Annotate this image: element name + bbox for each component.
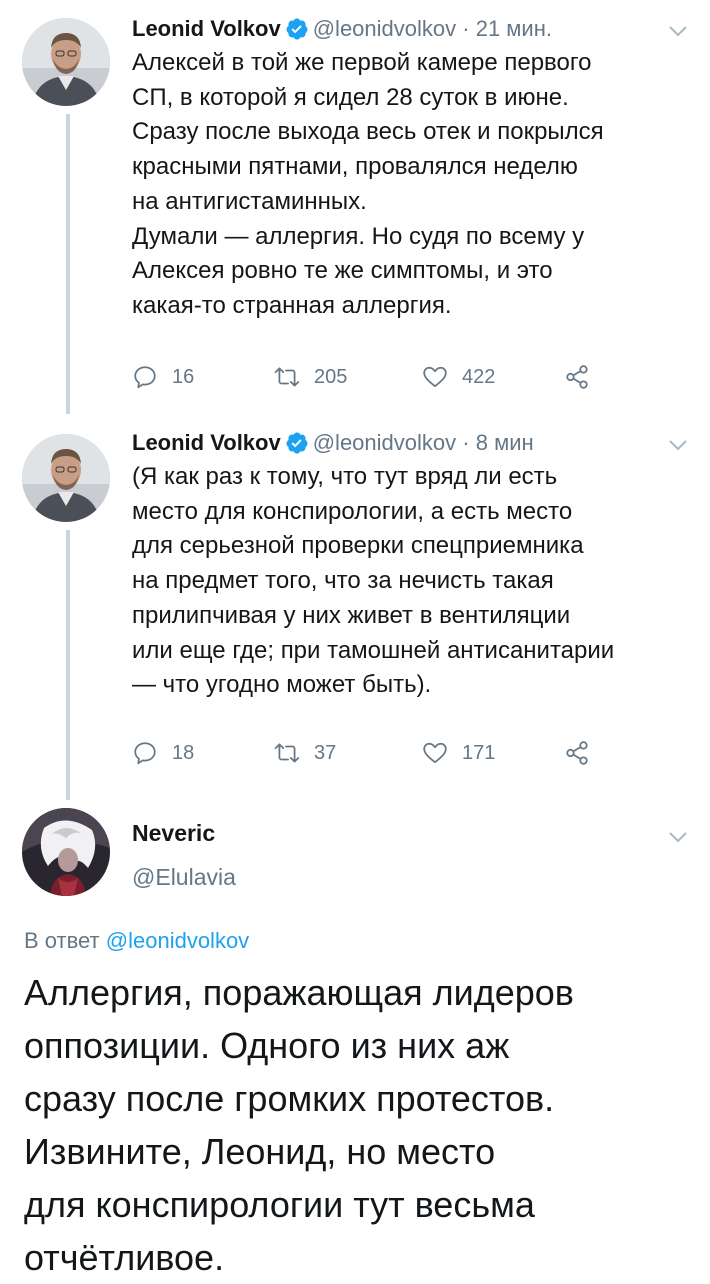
reply-count: 18 [172,742,195,764]
like-count: 171 [462,742,496,764]
tweet[interactable]: Leonid Volkov @leonidvolkov · 21 мин. Але… [0,12,710,404]
share-button[interactable] [564,362,604,392]
reply-icon [134,742,156,765]
tweet-text: (Я как раз к тому, что тут вряд ли есть … [132,463,615,699]
share-button[interactable] [564,738,604,768]
timestamp[interactable]: 8 мин [476,430,534,455]
like-button[interactable]: 422 [422,362,495,392]
heart-icon [423,366,447,388]
reply-prefix: В ответ [24,928,100,953]
share-icon [566,741,588,765]
author-handle[interactable]: @leonidvolkov [313,430,456,455]
reply-context: В ответ @leonidvolkov [24,928,249,954]
tweet-text: Аллергия, поражающая лидеров оппозиции. … [24,972,574,1278]
verified-badge-icon [286,432,308,454]
avatar[interactable] [22,434,110,522]
tweet-actions: 16 205 422 [132,362,602,392]
tweet-text: Алексей в той же первой камере первого С… [132,49,604,319]
tweet-header: Leonid Volkov @leonidvolkov · 21 мин. [132,12,552,46]
verified-badge-icon [286,18,308,40]
author-name[interactable]: Leonid Volkov [132,16,281,41]
reply-button[interactable]: 16 [132,362,194,392]
reply-handle-link[interactable]: @leonidvolkov [106,928,249,953]
author-name[interactable]: Leonid Volkov [132,430,281,455]
chevron-down-icon[interactable] [668,24,688,38]
retweet-icon [274,743,300,763]
tweet-actions: 18 37 171 [132,738,602,768]
timestamp[interactable]: 21 мин. [476,16,552,41]
retweet-icon [274,367,300,387]
heart-icon [423,742,447,764]
retweet-button[interactable]: 205 [274,362,347,392]
author-handle[interactable]: @leonidvolkov [313,16,456,41]
author-name[interactable]: Neveric [132,820,215,847]
separator-dot: · [462,430,470,455]
avatar[interactable] [22,808,110,896]
main-tweet[interactable]: Neveric @Elulavia В ответ @leonidvolkov … [0,800,710,1278]
chevron-down-icon[interactable] [668,830,688,844]
reply-count: 16 [172,366,195,388]
avatar[interactable] [22,18,110,106]
retweet-count: 205 [314,366,348,388]
retweet-count: 37 [314,742,337,764]
author-handle[interactable]: @Elulavia [132,864,236,891]
tweet[interactable]: Leonid Volkov @leonidvolkov · 8 мин (Я ка… [0,426,710,786]
like-button[interactable]: 171 [422,738,495,768]
reply-button[interactable]: 18 [132,738,194,768]
reply-icon [134,366,156,389]
share-icon [566,365,588,389]
retweet-button[interactable]: 37 [274,738,336,768]
separator-dot: · [462,16,470,41]
chevron-down-icon[interactable] [668,438,688,452]
like-count: 422 [462,366,496,388]
tweet-header: Leonid Volkov @leonidvolkov · 8 мин [132,426,534,460]
